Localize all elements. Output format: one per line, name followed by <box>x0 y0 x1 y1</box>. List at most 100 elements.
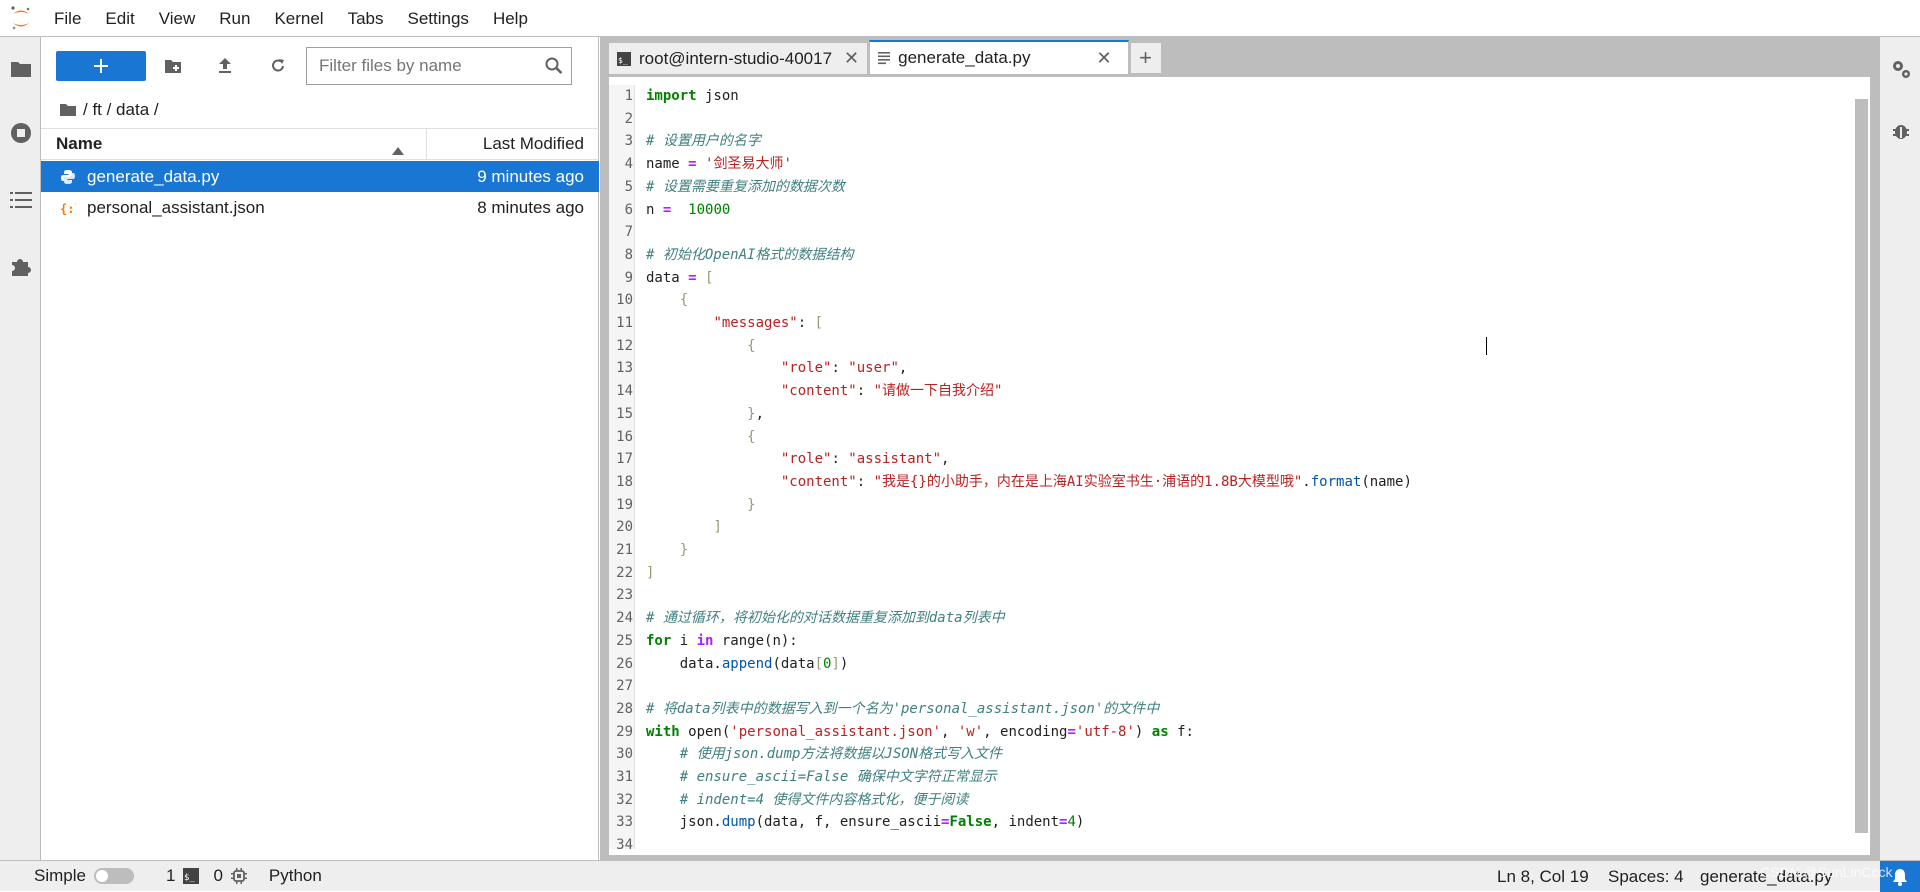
breadcrumb-path[interactable]: / ft / data / <box>83 100 159 120</box>
menu-view[interactable]: View <box>147 0 208 37</box>
code-line: 8 # 初始化OpenAI格式的数据结构 <box>609 244 1851 267</box>
tab-bar: $_ root@intern-studio-40017 ✕ generate_d… <box>608 40 1162 74</box>
line-number: 13 <box>616 360 633 377</box>
kernels-count[interactable]: 0 <box>213 866 222 886</box>
new-folder-button[interactable] <box>157 51 189 81</box>
close-tab-icon[interactable]: ✕ <box>1096 48 1111 69</box>
vertical-scrollbar[interactable] <box>1850 77 1870 855</box>
simple-mode-label: Simple <box>34 866 86 885</box>
code-line: 32 # indent=4 使得文件内容格式化，便于阅读 <box>609 789 1851 812</box>
code-text: # 设置用户的名字 <box>646 133 761 150</box>
line-number: 30 <box>616 746 633 763</box>
upload-button[interactable] <box>209 51 241 81</box>
property-inspector-icon[interactable] <box>1880 47 1920 91</box>
debugger-icon[interactable] <box>1880 109 1920 153</box>
code-line: 15 }, <box>609 403 1851 426</box>
code-line: 21 } <box>609 539 1851 562</box>
code-text: with open('personal_assistant.json', 'w'… <box>646 723 1194 740</box>
file-row-personal-assistant-json[interactable]: {:} personal_assistant.json 8 minutes ag… <box>41 192 599 223</box>
code-line: 27 <box>609 675 1851 698</box>
left-sidebar <box>0 37 41 860</box>
column-header-last-modified[interactable]: Last Modified <box>427 129 599 159</box>
tab-generate-data-py[interactable]: generate_data.py ✕ <box>869 40 1129 74</box>
menu-kernel[interactable]: Kernel <box>262 0 335 37</box>
line-number: 3 <box>624 133 633 150</box>
folder-icon[interactable] <box>59 103 77 117</box>
menu-settings[interactable]: Settings <box>396 0 481 37</box>
kernel-status-icon[interactable] <box>230 868 247 884</box>
line-number: 10 <box>616 292 633 309</box>
line-number: 4 <box>624 156 633 173</box>
menu-tabs[interactable]: Tabs <box>336 0 396 37</box>
kernel-name[interactable]: Python <box>269 866 322 886</box>
file-list-header: Name Last Modified <box>41 128 599 160</box>
code-text: { <box>747 337 756 354</box>
line-number: 7 <box>624 224 633 241</box>
refresh-button[interactable] <box>262 51 294 81</box>
code-line: 23 <box>609 584 1851 607</box>
code-text: "content": "我是{}的小助手，内在是上海AI实验室书生·浦语的1.8… <box>780 473 1412 490</box>
code-line: 29 with open('personal_assistant.json', '… <box>609 721 1851 744</box>
line-number: 11 <box>616 315 633 331</box>
line-number: 22 <box>616 564 633 581</box>
code-line: 26 data.append(data[0]) <box>609 653 1851 676</box>
code-editor[interactable]: 1 import json 2 3 # 设置用户的名字 4 name = '剑圣易大师' 5 #… <box>608 76 1871 856</box>
line-number: 32 <box>616 791 633 808</box>
code-text: data.append(data[0]) <box>646 655 849 672</box>
menu-help[interactable]: Help <box>481 0 540 37</box>
code-line: 13 "role": "user", <box>609 357 1851 380</box>
jupyter-logo-icon <box>0 0 42 37</box>
code-line: 7 <box>609 221 1851 244</box>
extension-manager-icon[interactable] <box>0 245 41 289</box>
menu-run[interactable]: Run <box>207 0 262 37</box>
svg-text:{:}: {:} <box>60 202 76 216</box>
line-number: 28 <box>616 700 633 717</box>
tab-terminal[interactable]: $_ root@intern-studio-40017 ✕ <box>608 42 869 74</box>
code-area[interactable]: 1 import json 2 3 # 设置用户的名字 4 name = '剑圣易大师' 5 #… <box>609 85 1851 849</box>
line-number: 8 <box>624 246 633 263</box>
code-text: import json <box>646 88 739 104</box>
line-number: 17 <box>616 451 633 468</box>
terminal-icon: $_ <box>617 51 631 66</box>
main-dock-area: $_ root@intern-studio-40017 ✕ generate_d… <box>600 37 1879 860</box>
code-text: "messages": [ <box>713 315 824 331</box>
code-text: data = [ <box>646 269 714 286</box>
table-of-contents-icon[interactable] <box>0 178 41 222</box>
svg-text:$_: $_ <box>184 873 195 883</box>
watermark: CSDN @SunLinCcck <box>1760 864 1893 880</box>
terminals-count[interactable]: 1 <box>166 866 175 886</box>
text-cursor <box>1486 337 1487 355</box>
breadcrumb: / ft / data / <box>59 95 159 125</box>
add-tab-button[interactable]: + <box>1129 42 1162 74</box>
filter-files-input-box[interactable] <box>306 47 572 85</box>
menu-bar: File Edit View Run Kernel Tabs Settings Help <box>0 0 1920 37</box>
code-line: 20 ] <box>609 516 1851 539</box>
code-text: # 初始化OpenAI格式的数据结构 <box>646 246 854 263</box>
code-text: # 设置需要重复添加的数据次数 <box>646 178 845 195</box>
code-text: }, <box>747 405 765 422</box>
indent-spaces[interactable]: Spaces: 4 <box>1608 861 1684 892</box>
line-number: 9 <box>624 269 633 286</box>
code-line: 25 for i in range(n): <box>609 630 1851 653</box>
code-line: 12 { <box>609 335 1851 358</box>
code-text: # 将data列表中的数据写入到一个名为'personal_assistant.… <box>646 700 1160 717</box>
close-tab-icon[interactable]: ✕ <box>844 48 859 69</box>
line-number: 24 <box>616 610 633 627</box>
column-header-name[interactable]: Name <box>41 129 427 159</box>
menu-file[interactable]: File <box>42 0 93 37</box>
cursor-position[interactable]: Ln 8, Col 19 <box>1497 861 1589 892</box>
sort-ascending-icon <box>392 140 404 160</box>
new-launcher-button[interactable] <box>56 51 146 81</box>
code-line: 16 { <box>609 426 1851 449</box>
menu-edit[interactable]: Edit <box>93 0 146 37</box>
folder-icon[interactable] <box>0 47 41 91</box>
line-number: 31 <box>616 769 633 785</box>
scrollbar-thumb[interactable] <box>1855 99 1868 833</box>
file-row-generate-data-py[interactable]: generate_data.py 9 minutes ago <box>41 161 599 192</box>
code-text: "role": "user", <box>780 360 908 377</box>
simple-mode-toggle[interactable] <box>93 868 134 884</box>
running-sessions-icon[interactable] <box>0 111 41 155</box>
plus-icon <box>94 59 108 73</box>
filter-files-input[interactable] <box>319 56 539 76</box>
terminal-status-icon[interactable]: $_ <box>183 868 200 884</box>
